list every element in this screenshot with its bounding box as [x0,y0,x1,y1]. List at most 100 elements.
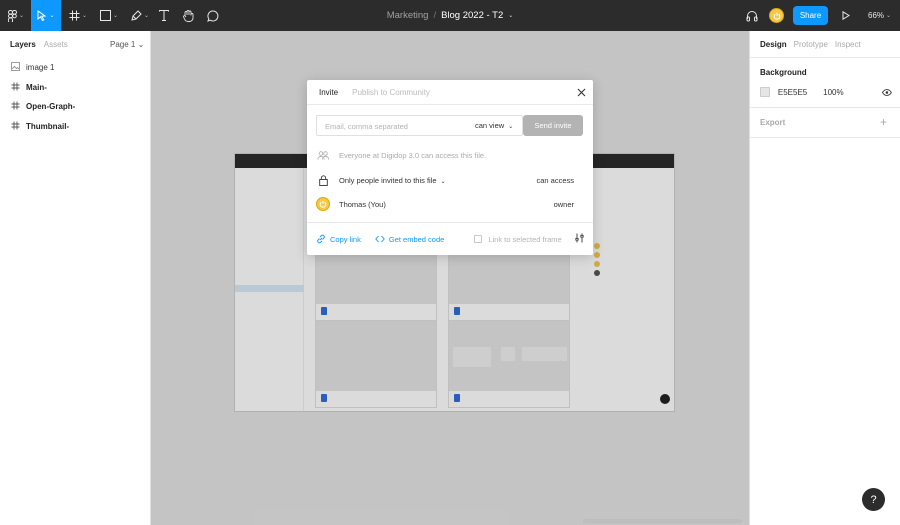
divider [307,104,593,105]
member-avatar [316,197,330,211]
access-scope-value: Only people invited to this file [339,175,437,185]
background-heading: Background [760,68,807,77]
text-tool-button[interactable] [156,0,172,31]
pen-tool-button[interactable]: ⌄ [126,0,154,31]
power-icon [773,12,780,20]
layer-name: Open-Graph- [26,101,76,111]
chevron-down-icon: ⌄ [440,178,446,185]
link-settings-button[interactable] [575,233,584,245]
horizontal-scrollbar[interactable] [583,519,742,523]
frame-tool-button[interactable]: ⌄ [64,0,92,31]
link-access-row: Only people invited to this file ⌄ can a… [316,172,584,188]
close-button[interactable] [575,86,587,98]
chevron-down-icon: ⌄ [508,13,514,19]
share-button[interactable]: Share [793,6,828,25]
layer-name: Main- [26,82,47,92]
tab-assets[interactable]: Assets [44,40,68,49]
chevron-down-icon: ⌄ [18,13,25,19]
link-selected-frame-label: Link to selected frame [488,234,562,244]
layer-item[interactable]: image 1 [10,60,54,74]
divider [750,57,900,58]
project-folder-link[interactable]: Marketing [387,10,429,21]
link-selected-frame-checkbox[interactable] [474,235,483,243]
background-opacity-value[interactable]: 100% [823,88,882,97]
hand-icon [182,9,193,22]
access-level-label: can access [536,175,574,185]
chevron-down-icon: ⌄ [886,13,892,19]
zoom-menu[interactable]: 66% ⌄ [868,0,891,31]
tab-inspect[interactable]: Inspect [835,40,861,49]
team-icon [316,150,330,160]
layer-item[interactable]: Main- [10,80,47,94]
divider [307,222,593,223]
embed-code-label: Get embed code [388,234,445,244]
right-panel-tabs: Design Prototype Inspect [760,40,861,49]
chevron-down-icon: ⌄ [112,13,119,19]
tab-prototype[interactable]: Prototype [794,40,828,49]
present-button[interactable] [840,0,852,31]
chevron-down-icon: ⌄ [49,13,55,19]
lock-icon [316,174,330,186]
pen-icon [131,10,142,21]
tab-layers[interactable]: Layers [10,40,36,49]
close-icon [577,88,585,96]
permission-select[interactable]: can view ⌄ [475,121,513,130]
code-icon [375,235,385,243]
layer-name: image 1 [26,62,55,72]
comment-tool-button[interactable] [205,0,221,31]
color-swatch[interactable] [760,87,770,97]
chevron-down-icon: ⌄ [508,124,514,130]
background-hex-value[interactable]: E5E5E5 [778,88,823,97]
power-icon [319,200,327,208]
layer-item[interactable]: Thumbnail- [10,119,69,133]
title-separator: / [433,10,437,21]
add-export-button[interactable]: + [880,115,887,129]
figma-logo-icon [7,9,17,22]
comment-bubble-icon [207,9,219,22]
text-icon [159,10,169,21]
embed-code-button[interactable]: Get embed code [375,235,444,244]
tab-invite[interactable]: Invite [319,88,338,97]
audio-button[interactable] [744,0,760,31]
move-tool-button[interactable]: ⌄ [31,0,61,31]
dialog-footer: Copy link Get embed code Link to selecte… [316,232,584,246]
email-input[interactable] [325,120,465,132]
tab-design[interactable]: Design [760,40,787,49]
layer-name: Thumbnail- [26,121,70,131]
access-scope-select[interactable]: Only people invited to this file ⌄ [339,176,446,185]
file-name-menu[interactable]: Blog 2022 - T2 [441,10,503,21]
user-avatar[interactable] [769,8,784,23]
divider [750,137,900,138]
permission-value: can view [475,121,505,130]
frame-hash-icon [10,82,20,93]
copy-link-label: Copy link [330,234,361,244]
organization-access-row: Everyone at Digidop 3.0 can access this … [316,147,486,163]
hand-tool-button[interactable] [180,0,196,31]
layer-item[interactable]: Open-Graph- [10,99,75,113]
play-icon [842,11,850,20]
cursor-arrow-icon [37,10,47,21]
top-toolbar: ⌄ ⌄ ⌄ ⌄ ⌄ Marketing / Blog 2022 - T2 ⌄ S… [0,0,900,31]
headphones-icon [746,10,758,21]
page-selector[interactable]: Page 1 ⌄ [110,40,144,49]
design-panel: Design Prototype Inspect Background E5E5… [749,31,900,525]
eye-icon[interactable] [882,88,893,96]
frame-hash-icon [69,10,80,21]
divider [750,107,900,108]
link-selected-frame-option[interactable]: Link to selected frame [474,234,562,244]
export-heading: Export [760,118,786,127]
tab-publish-community[interactable]: Publish to Community [352,88,430,97]
frame-hash-icon [10,121,20,132]
shape-tool-button[interactable]: ⌄ [95,0,123,31]
main-menu-button[interactable]: ⌄ [4,0,28,31]
send-invite-button[interactable]: Send invite [523,115,583,136]
image-layer-icon [10,61,20,73]
chevron-down-icon: ⌄ [143,13,150,19]
help-button[interactable]: ? [862,488,885,511]
layers-panel: Layers Assets Page 1 ⌄ image 1 Main- Ope… [0,31,151,525]
invite-email-field[interactable]: can view ⌄ [316,115,523,136]
background-fill-row[interactable]: E5E5E5 100% [760,86,893,98]
sliders-icon [575,233,584,243]
link-icon [317,234,325,244]
copy-link-button[interactable]: Copy link [316,234,361,244]
